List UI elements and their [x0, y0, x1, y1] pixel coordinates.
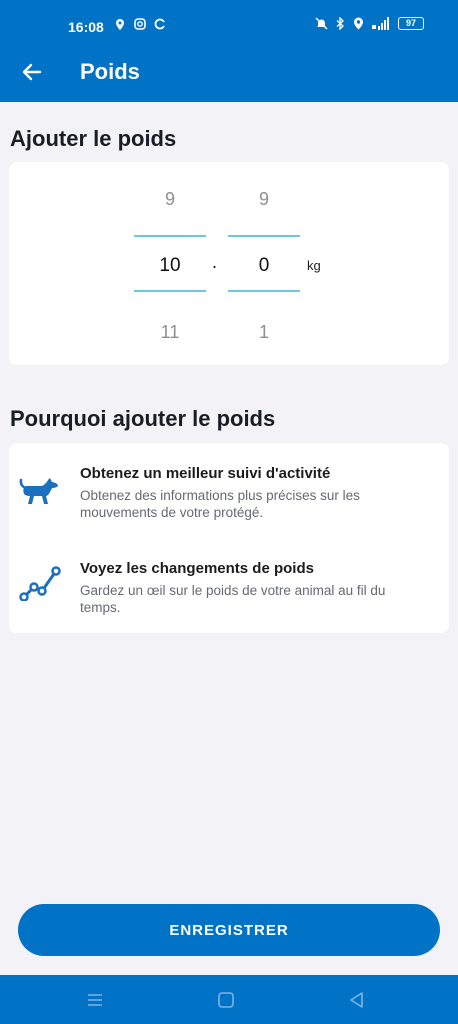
sync-icon: [154, 18, 165, 30]
status-bar: 16:08 97: [0, 0, 458, 40]
save-button[interactable]: ENREGISTRER: [18, 904, 440, 956]
reason-title: Voyez les changements de poids: [80, 560, 314, 577]
signal-icon: [372, 17, 389, 30]
bluetooth-icon: [336, 17, 344, 30]
location-icon: [354, 17, 363, 30]
decimal-picker-line-bottom: [228, 290, 300, 292]
reason-title: Obtenez un meilleur suivi d'activité: [80, 465, 331, 482]
location-pin-icon: [116, 19, 124, 30]
integer-picker-selected[interactable]: 10: [134, 255, 206, 277]
integer-picker-above[interactable]: 9: [134, 189, 206, 210]
back-triangle-icon[interactable]: [347, 990, 367, 1010]
decimal-picker-below[interactable]: 1: [228, 322, 300, 343]
integer-picker-line-top: [134, 235, 206, 237]
app-bar: Poids: [0, 40, 458, 102]
decimal-picker-above[interactable]: 9: [228, 189, 300, 210]
decimal-picker-selected[interactable]: 0: [228, 255, 300, 277]
why-title: Pourquoi ajouter le poids: [10, 406, 276, 431]
menu-icon[interactable]: [85, 990, 105, 1010]
status-time: 16:08: [68, 19, 104, 35]
reason-description: Gardez un œil sur le poids de votre anim…: [80, 583, 386, 615]
line-chart-icon: [19, 566, 61, 601]
arrow-left-icon[interactable]: [20, 60, 44, 84]
system-nav-bar: [0, 975, 458, 1024]
home-square-icon[interactable]: [216, 990, 236, 1010]
integer-picker-line-bottom: [134, 290, 206, 292]
page-title: Poids: [80, 59, 140, 84]
running-dog-icon: [19, 478, 58, 504]
weight-unit: kg: [307, 258, 321, 273]
decimal-separator: .: [212, 252, 218, 272]
reason-description: Obtenez des informations plus précises s…: [80, 488, 360, 520]
add-weight-title: Ajouter le poids: [10, 126, 177, 151]
mute-icon: [315, 17, 328, 30]
integer-picker-below[interactable]: 11: [134, 322, 206, 343]
battery-icon: 97: [398, 17, 424, 30]
decimal-picker-line-top: [228, 235, 300, 237]
instagram-icon: [134, 18, 146, 30]
